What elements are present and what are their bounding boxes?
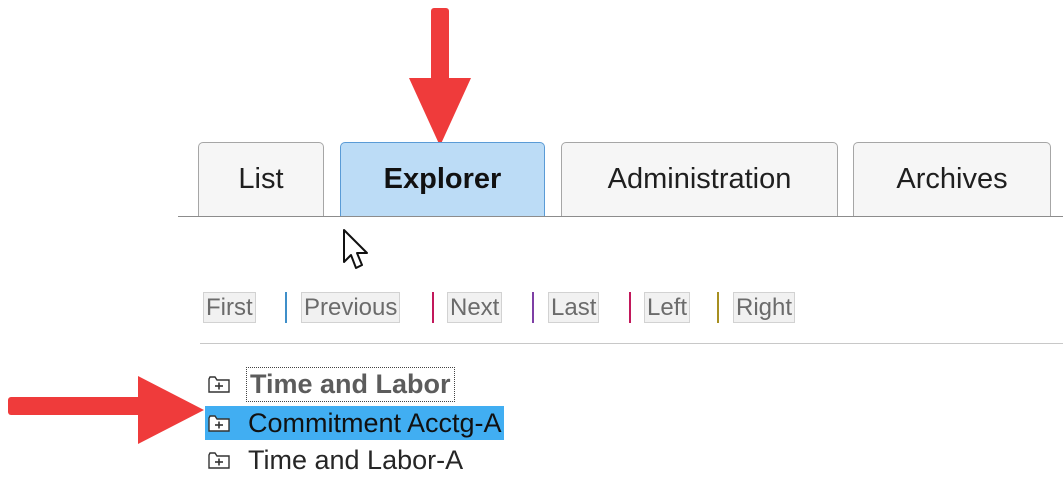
pager-first-link[interactable]: First — [203, 292, 256, 323]
tab-administration[interactable]: Administration — [561, 142, 838, 216]
tab-explorer[interactable]: Explorer — [340, 142, 545, 216]
tab-bar-divider — [178, 216, 1063, 217]
tree-item-label[interactable]: Time and Labor-A — [248, 445, 463, 476]
tab-archives-label: Archives — [896, 163, 1008, 195]
pager-separator — [285, 292, 287, 323]
pager-separator — [532, 292, 534, 323]
tab-list-label: List — [238, 163, 284, 195]
tree-item-time-and-labor[interactable]: Time and Labor — [205, 366, 455, 402]
tree-item-time-and-labor-a[interactable]: Time and Labor-A — [205, 443, 463, 477]
mouse-pointer-icon — [343, 229, 368, 269]
pager-last-link[interactable]: Last — [548, 292, 600, 323]
pager-next-link[interactable]: Next — [447, 292, 503, 323]
tree-item-label[interactable]: Time and Labor — [246, 366, 455, 402]
pager-separator — [432, 292, 434, 323]
folder-plus-icon[interactable] — [208, 451, 230, 469]
pager-previous-link[interactable]: Previous — [301, 292, 401, 323]
tree-item-label[interactable]: Commitment Acctg-A — [248, 408, 502, 439]
tree-item-commitment-acctg-a[interactable]: Commitment Acctg-A — [205, 406, 504, 440]
tab-explorer-label: Explorer — [383, 163, 502, 195]
pager-left-link[interactable]: Left — [644, 292, 691, 323]
tab-archives[interactable]: Archives — [853, 142, 1051, 216]
annotation-arrow-down-icon — [409, 8, 471, 146]
pager-separator — [717, 292, 719, 323]
tab-administration-label: Administration — [607, 163, 792, 195]
pager-separator — [629, 292, 631, 323]
annotation-arrow-right-icon — [8, 376, 204, 444]
pager-right-link[interactable]: Right — [733, 292, 796, 323]
pager-divider — [200, 343, 1063, 344]
folder-plus-icon[interactable] — [208, 375, 230, 393]
folder-plus-icon[interactable] — [208, 414, 230, 432]
tab-list[interactable]: List — [198, 142, 324, 216]
